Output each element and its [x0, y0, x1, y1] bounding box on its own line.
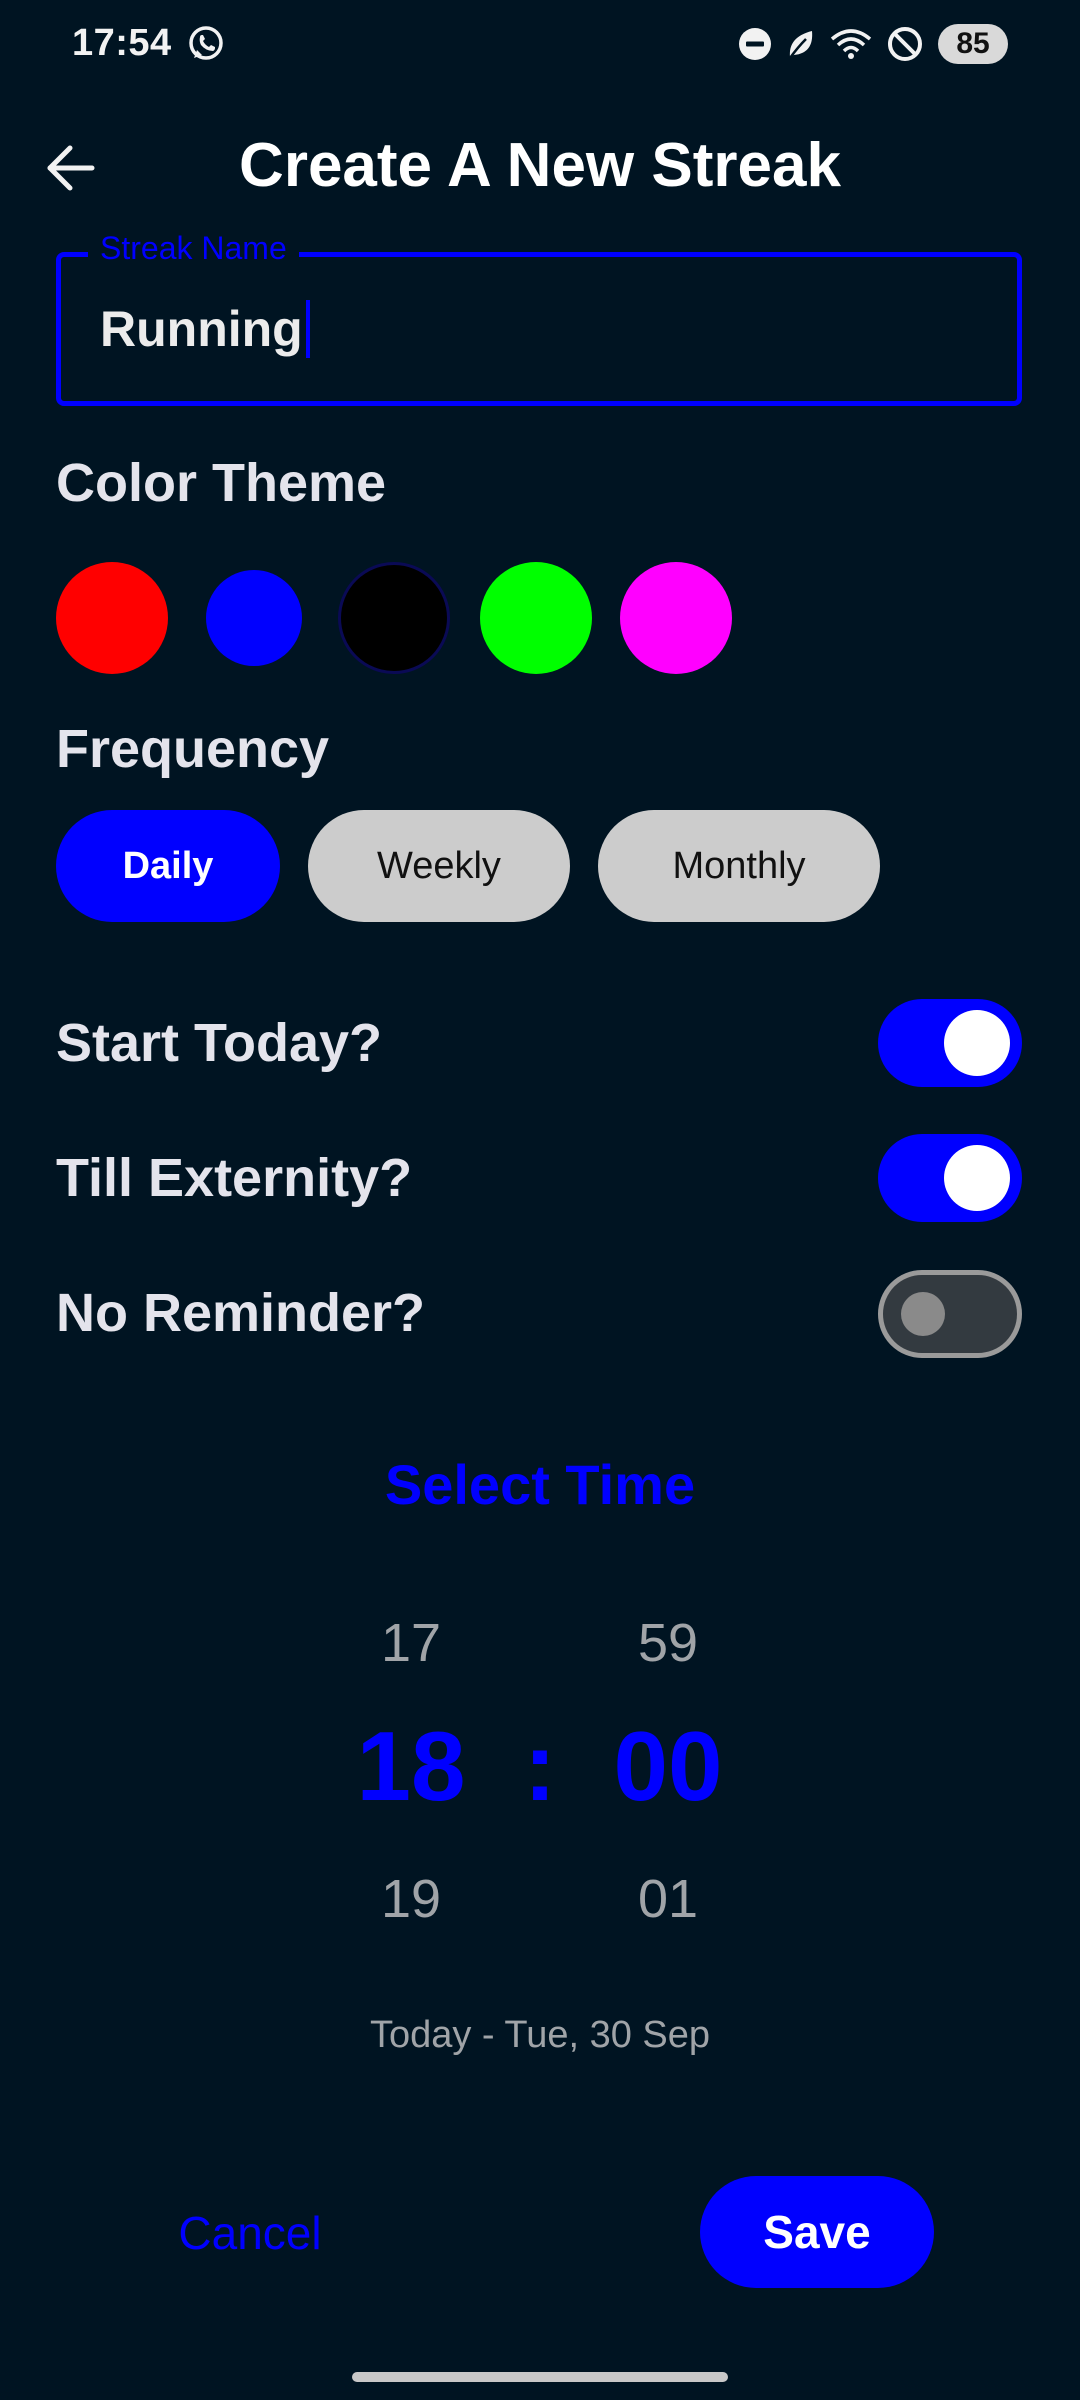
frequency-weekly-chip[interactable]: Weekly: [308, 810, 570, 922]
till-externity-label: Till Externity?: [56, 1148, 413, 1208]
battery-icon: 85: [938, 24, 1008, 64]
start-today-toggle[interactable]: [878, 999, 1022, 1087]
streak-name-text: Running: [100, 301, 303, 357]
cancel-button[interactable]: Cancel: [150, 2178, 350, 2288]
page-title: Create A New Streak: [239, 131, 841, 200]
hour-next[interactable]: 19: [311, 1868, 511, 1930]
hour-prev[interactable]: 17: [311, 1612, 511, 1674]
minute-prev[interactable]: 59: [568, 1612, 768, 1674]
minute-next[interactable]: 01: [568, 1868, 768, 1930]
select-time-heading: Select Time: [384, 1453, 696, 1516]
hour-selected[interactable]: 18: [311, 1710, 511, 1823]
color-swatch-magenta[interactable]: [620, 562, 732, 674]
streak-name-value[interactable]: Running: [100, 300, 310, 358]
home-indicator[interactable]: [352, 2372, 728, 2382]
leaf-icon: [788, 31, 813, 59]
toggle-knob: [901, 1292, 945, 1336]
frequency-heading: Frequency: [56, 719, 330, 779]
color-swatch-black[interactable]: [338, 562, 450, 674]
streak-name-label: Streak Name: [88, 230, 299, 267]
toggle-knob: [944, 1145, 1010, 1211]
create-streak-screen: 17:54 85 Create A New Streak Streak Name…: [0, 0, 1080, 2400]
frequency-monthly-chip[interactable]: Monthly: [598, 810, 880, 922]
frequency-daily-chip[interactable]: Daily: [56, 810, 280, 922]
color-theme-heading: Color Theme: [56, 453, 387, 513]
dnd-icon: [739, 28, 771, 60]
minute-selected[interactable]: 00: [568, 1710, 768, 1823]
no-reminder-toggle[interactable]: [878, 1270, 1022, 1358]
save-button[interactable]: Save: [700, 2176, 934, 2288]
status-icons: 85: [738, 22, 1008, 66]
no-reminder-label: No Reminder?: [56, 1283, 426, 1343]
text-caret: [305, 300, 310, 358]
status-time: 17:54: [72, 22, 172, 64]
whatsapp-icon: [189, 26, 223, 60]
color-swatch-blue[interactable]: [206, 570, 302, 666]
wifi-icon: [830, 29, 872, 59]
status-bar: 17:54 85: [0, 0, 1080, 90]
no-signal-icon: [888, 27, 922, 61]
till-externity-toggle[interactable]: [878, 1134, 1022, 1222]
toggle-knob: [944, 1010, 1010, 1076]
color-swatch-green[interactable]: [480, 562, 592, 674]
date-caption: Today - Tue, 30 Sep: [369, 2014, 711, 2056]
start-today-label: Start Today?: [56, 1013, 383, 1073]
color-swatch-red[interactable]: [56, 562, 168, 674]
